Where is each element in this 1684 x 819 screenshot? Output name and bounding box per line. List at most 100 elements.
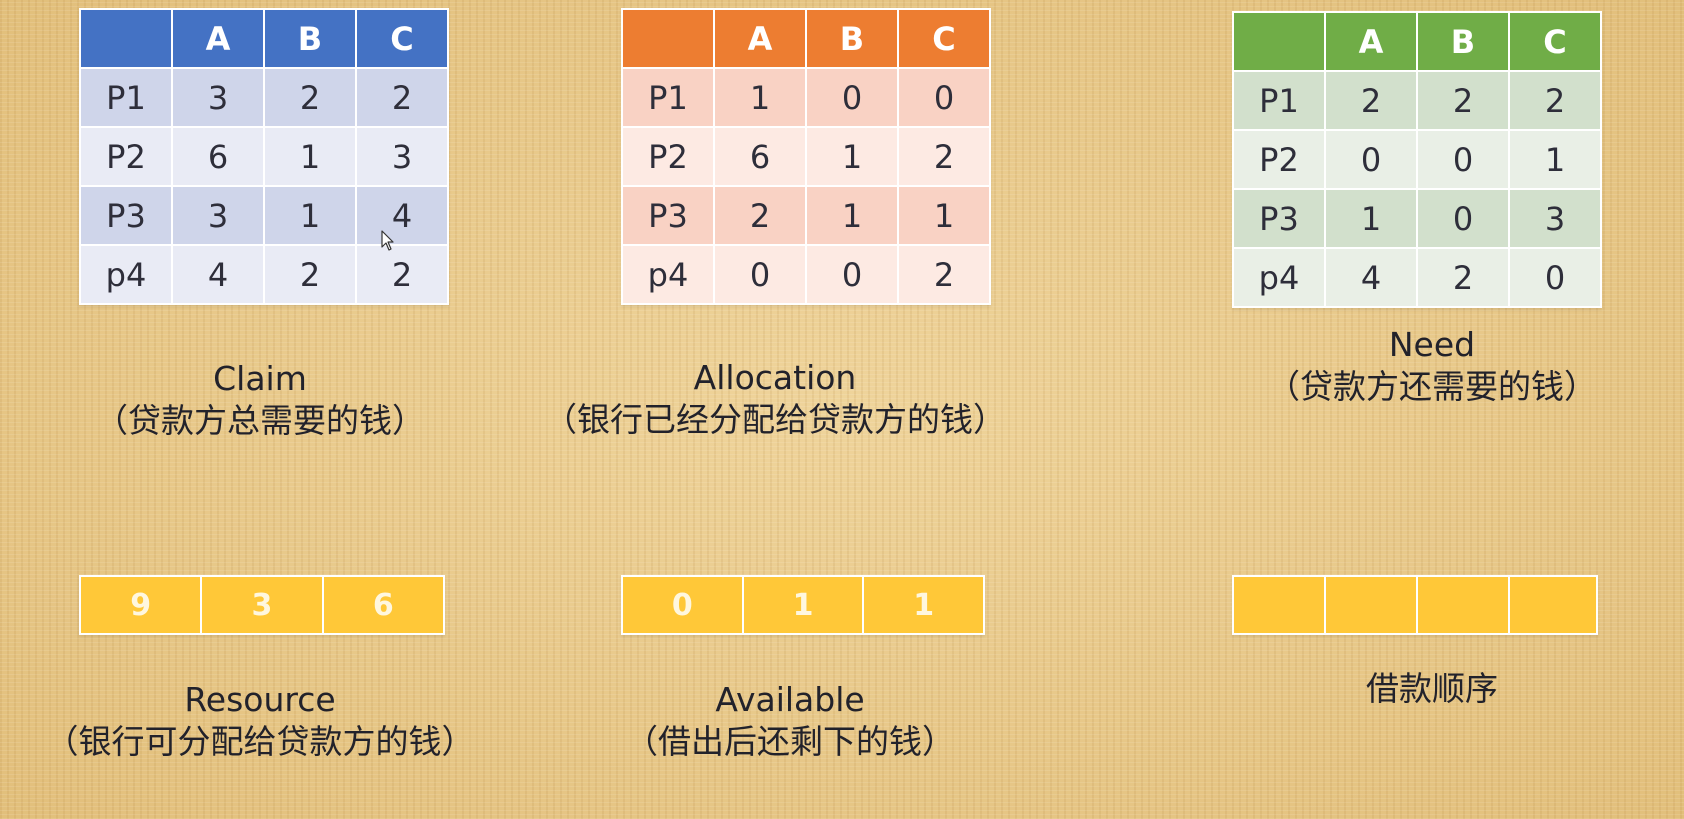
need-row-label: P2 <box>1232 129 1326 190</box>
claim-corner-cell <box>79 8 173 69</box>
resource-caption-subtitle: （银行可分配给贷款方的钱） <box>45 722 475 761</box>
allocation-table: A B C P1 1 0 0 P2 6 1 2 P3 2 1 1 p4 0 0 … <box>621 8 991 305</box>
need-cell: 2 <box>1324 70 1418 131</box>
need-row: P1 2 2 2 <box>1232 70 1602 131</box>
resource-cell: 9 <box>81 577 203 633</box>
need-header-row: A B C <box>1232 11 1602 72</box>
need-cell: 1 <box>1324 188 1418 249</box>
allocation-cell: 2 <box>897 244 991 305</box>
loan-order-cell <box>1234 577 1326 633</box>
claim-row: P2 6 1 3 <box>79 126 449 187</box>
allocation-col-header: C <box>897 8 991 69</box>
resource-cell: 3 <box>202 577 324 633</box>
allocation-row: P3 2 1 1 <box>621 185 991 246</box>
available-cell: 1 <box>913 587 935 623</box>
available-cell: 0 <box>623 577 744 633</box>
allocation-row-label: P2 <box>621 126 715 187</box>
allocation-cell: 2 <box>897 126 991 187</box>
allocation-corner-cell <box>621 8 715 69</box>
claim-cell: 1 <box>263 185 357 246</box>
claim-cell: 3 <box>171 67 265 128</box>
claim-cell: 3 <box>355 126 449 187</box>
need-cell: 2 <box>1416 247 1510 308</box>
need-cell: 0 <box>1416 129 1510 190</box>
allocation-row: P1 1 0 0 <box>621 67 991 128</box>
claim-cell: 2 <box>355 67 449 128</box>
claim-col-header: B <box>263 8 357 69</box>
need-cell: 0 <box>1508 247 1602 308</box>
claim-row-label: p4 <box>79 244 173 305</box>
need-row-label: p4 <box>1232 247 1326 308</box>
claim-cell: 6 <box>171 126 265 187</box>
resource-vector: 9 3 6 <box>79 575 445 635</box>
need-col-header: B <box>1416 11 1510 72</box>
claim-cell: 4 <box>355 185 449 246</box>
need-caption: Need （贷款方还需要的钱） <box>1232 324 1632 408</box>
allocation-cell: 1 <box>805 185 899 246</box>
need-col-header: C <box>1508 11 1602 72</box>
allocation-caption: Allocation （银行已经分配给贷款方的钱） <box>525 357 1025 441</box>
allocation-header-row: A B C <box>621 8 991 69</box>
allocation-cell: 0 <box>805 244 899 305</box>
claim-cell: 2 <box>263 244 357 305</box>
allocation-cell: 0 <box>805 67 899 128</box>
loan-order-vector <box>1232 575 1598 635</box>
need-row: p4 4 2 0 <box>1232 247 1602 308</box>
resource-caption-title: Resource <box>184 680 336 719</box>
available-vector: 0 1 1 <box>621 575 985 635</box>
allocation-row-label: P3 <box>621 185 715 246</box>
allocation-row-label: P1 <box>621 67 715 128</box>
claim-row-label: P3 <box>79 185 173 246</box>
allocation-caption-subtitle: （银行已经分配给贷款方的钱） <box>544 400 1006 439</box>
need-cell: 3 <box>1508 188 1602 249</box>
mouse-pointer-icon <box>381 230 394 251</box>
claim-caption-subtitle: （贷款方总需要的钱） <box>95 401 425 440</box>
allocation-row: P2 6 1 2 <box>621 126 991 187</box>
available-cell: 1 <box>744 577 865 633</box>
claim-col-header: A <box>171 8 265 69</box>
allocation-cell: 2 <box>713 185 807 246</box>
allocation-row: p4 0 0 2 <box>621 244 991 305</box>
need-cell: 4 <box>1324 247 1418 308</box>
claim-row-label: P2 <box>79 126 173 187</box>
allocation-col-header: A <box>713 8 807 69</box>
allocation-cell: 0 <box>713 244 807 305</box>
available-caption-title: Available <box>715 680 865 719</box>
allocation-cell: 1 <box>805 126 899 187</box>
claim-caption-title: Claim <box>213 359 307 398</box>
claim-row-label: P1 <box>79 67 173 128</box>
claim-cell: 2 <box>263 67 357 128</box>
need-corner-cell <box>1232 11 1326 72</box>
need-cell: 0 <box>1416 188 1510 249</box>
claim-table: A B C P1 3 2 2 P2 6 1 3 P3 3 1 4 p4 4 2 … <box>79 8 449 305</box>
claim-cell: 2 <box>355 244 449 305</box>
claim-caption: Claim （贷款方总需要的钱） <box>40 358 480 442</box>
claim-row: p4 4 2 2 <box>79 244 449 305</box>
need-row: P3 1 0 3 <box>1232 188 1602 249</box>
available-caption: Available （借出后还剩下的钱） <box>590 679 990 763</box>
need-row-label: P3 <box>1232 188 1326 249</box>
claim-header-row: A B C <box>79 8 449 69</box>
claim-cell: 1 <box>263 126 357 187</box>
allocation-cell: 0 <box>897 67 991 128</box>
need-cell: 2 <box>1416 70 1510 131</box>
allocation-cell: 6 <box>713 126 807 187</box>
resource-cell: 6 <box>372 587 394 623</box>
need-cell: 2 <box>1508 70 1602 131</box>
need-table: A B C P1 2 2 2 P2 0 0 1 P3 1 0 3 p4 4 2 … <box>1232 11 1602 308</box>
allocation-row-label: p4 <box>621 244 715 305</box>
need-cell: 1 <box>1508 129 1602 190</box>
need-caption-subtitle: （贷款方还需要的钱） <box>1267 367 1597 406</box>
need-row-label: P1 <box>1232 70 1326 131</box>
need-caption-title: Need <box>1388 325 1476 364</box>
loan-order-cell <box>1418 577 1510 633</box>
loan-order-caption: 借款顺序 <box>1232 668 1632 710</box>
allocation-caption-title: Allocation <box>693 358 857 397</box>
claim-cell: 4 <box>171 244 265 305</box>
claim-col-header: C <box>355 8 449 69</box>
claim-row: P1 3 2 2 <box>79 67 449 128</box>
available-caption-subtitle: （借出后还剩下的钱） <box>625 722 955 761</box>
claim-cell: 3 <box>171 185 265 246</box>
allocation-col-header: B <box>805 8 899 69</box>
allocation-cell: 1 <box>713 67 807 128</box>
